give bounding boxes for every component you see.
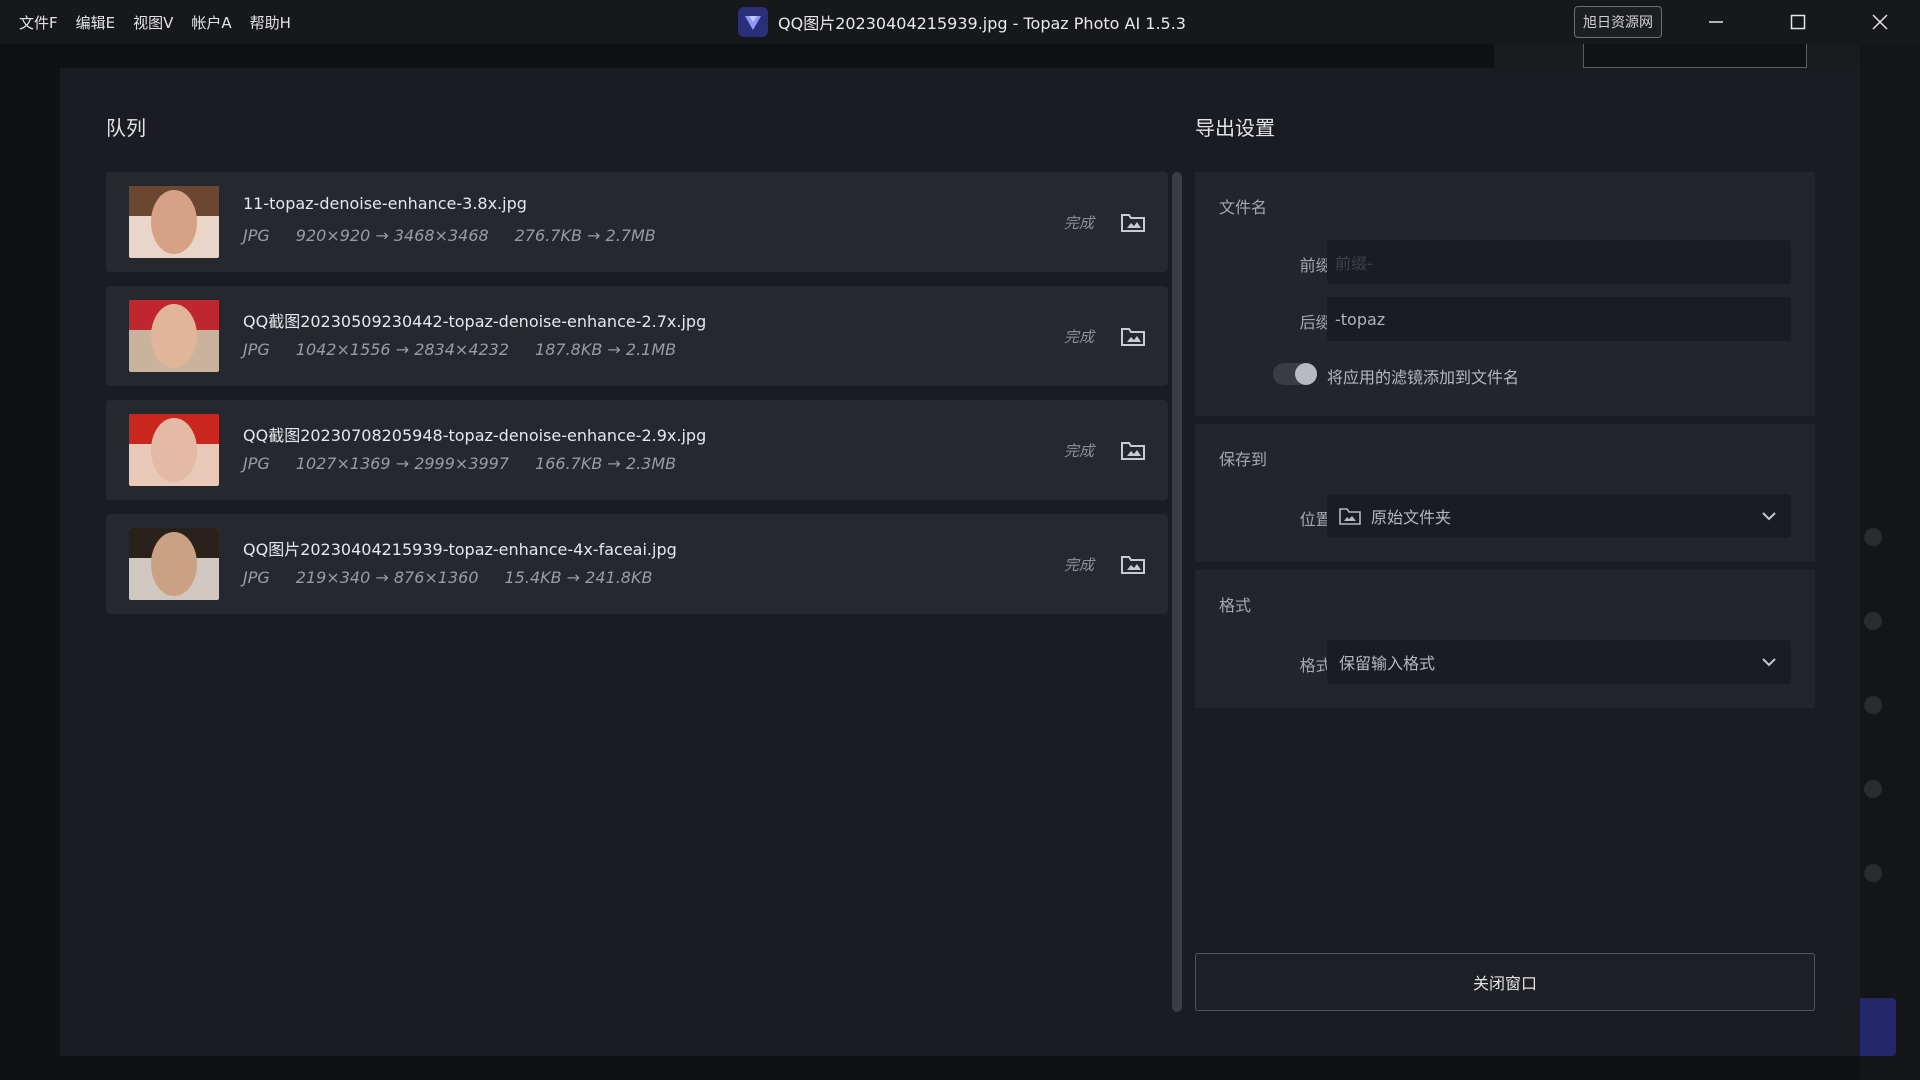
menu-view[interactable]: 视图V [124,12,182,33]
suffix-input[interactable]: -topaz [1327,297,1791,341]
filter-name-toggle[interactable] [1273,363,1317,385]
save-to-section: 保存到 位置: 原始文件夹 [1195,424,1815,562]
thumbnail-image [129,414,219,486]
queue-list: 11-topaz-denoise-enhance-3.8x.jpg JPG 92… [106,172,1168,628]
file-name: 11-topaz-denoise-enhance-3.8x.jpg [243,194,527,213]
location-value: 原始文件夹 [1371,508,1452,527]
queue-item[interactable]: QQ截图20230509230442-topaz-denoise-enhance… [106,286,1168,386]
export-settings-title: 导出设置 [1195,116,1275,140]
thumbnail-face [151,418,197,482]
menu-file[interactable]: 文件F [10,12,67,33]
file-meta: JPG 219×340 → 876×1360 15.4KB → 241.8KB [243,568,652,587]
file-size: 15.4KB → 241.8KB [504,568,653,587]
prefix-input[interactable]: 前缀- [1327,240,1791,284]
resource-badge[interactable]: 旭日资源网 [1574,6,1662,38]
filename-section-label: 文件名 [1219,198,1268,217]
maximize-icon [1790,14,1806,30]
window-title: QQ图片20230404215939.jpg - Topaz Photo AI … [778,14,1186,33]
background-dropdown [1583,44,1807,68]
menu-edit[interactable]: 编辑E [67,12,124,33]
filter-name-toggle-label: 将应用的滤镜添加到文件名 [1327,368,1520,387]
maximize-button[interactable] [1758,0,1838,44]
status-label: 完成 [1064,214,1095,232]
file-dimensions: 920×920 → 3468×3468 [295,226,489,245]
file-dimensions: 1042×1556 → 2834×4232 [295,340,510,359]
menu-account[interactable]: 帐户A [182,12,240,33]
thumbnail-image [129,300,219,372]
file-name: QQ截图20230509230442-topaz-denoise-enhance… [243,312,707,331]
file-name: QQ图片20230404215939-topaz-enhance-4x-face… [243,540,677,559]
topaz-logo-icon [738,7,768,37]
background-knob [1864,780,1882,798]
minimize-icon [1709,21,1723,23]
background-knob [1864,528,1882,546]
menu-bar: 文件F 编辑E 视图V 帐户A 帮助H [0,12,300,33]
menu-help[interactable]: 帮助H [241,12,300,33]
close-icon [1872,14,1888,30]
thumbnail-image [129,186,219,258]
close-window-button[interactable] [1840,0,1920,44]
close-dialog-button[interactable]: 关闭窗口 [1195,953,1815,1011]
save-to-section-label: 保存到 [1219,450,1268,469]
minimize-button[interactable] [1676,0,1756,44]
queue-title: 队列 [106,116,146,140]
format-section: 格式 格式: 保留输入格式 [1195,570,1815,708]
format-select[interactable]: 保留输入格式 [1327,640,1791,684]
open-folder-icon[interactable] [1120,552,1146,576]
file-format: JPG [243,454,270,473]
file-format: JPG [243,568,270,587]
queue-scrollbar[interactable] [1172,172,1182,1012]
chevron-down-icon [1762,658,1776,667]
open-folder-icon[interactable] [1120,438,1146,462]
background-knob [1864,612,1882,630]
status-label: 完成 [1064,442,1095,460]
queue-item[interactable]: 11-topaz-denoise-enhance-3.8x.jpg JPG 92… [106,172,1168,272]
folder-icon [1339,507,1361,525]
background-sidebar [1860,44,1920,1080]
background-knob [1864,696,1882,714]
file-size: 187.8KB → 2.1MB [535,340,677,359]
file-dimensions: 219×340 → 876×1360 [295,568,479,587]
file-size: 276.7KB → 2.7MB [514,226,656,245]
file-meta: JPG 1027×1369 → 2999×3997 166.7KB → 2.3M… [243,454,676,473]
queue-item[interactable]: QQ截图20230708205948-topaz-denoise-enhance… [106,400,1168,500]
title-bar: 文件F 编辑E 视图V 帐户A 帮助H QQ图片20230404215939.j… [0,0,1920,44]
file-name: QQ截图20230708205948-topaz-denoise-enhance… [243,426,707,445]
file-dimensions: 1027×1369 → 2999×3997 [295,454,510,473]
window-title-group: QQ图片20230404215939.jpg - Topaz Photo AI … [738,0,1186,44]
thumbnail-face [151,532,197,596]
format-section-label: 格式 [1219,596,1252,615]
background-knob [1864,864,1882,882]
location-select[interactable]: 原始文件夹 [1327,494,1791,538]
open-folder-icon[interactable] [1120,324,1146,348]
status-label: 完成 [1064,328,1095,346]
queue-item[interactable]: QQ图片20230404215939-topaz-enhance-4x-face… [106,514,1168,614]
thumbnail-image [129,528,219,600]
file-size: 166.7KB → 2.3MB [535,454,677,473]
file-format: JPG [243,340,270,359]
filename-section: 文件名 前缀: 前缀- 后缀: -topaz 将应用的滤镜添加到文件名 [1195,172,1815,416]
thumbnail-face [151,304,197,368]
file-meta: JPG 920×920 → 3468×3468 276.7KB → 2.7MB [243,226,656,245]
chevron-down-icon [1762,512,1776,521]
open-folder-icon[interactable] [1120,210,1146,234]
status-label: 完成 [1064,556,1095,574]
format-value: 保留输入格式 [1339,654,1436,673]
file-meta: JPG 1042×1556 → 2834×4232 187.8KB → 2.1M… [243,340,676,359]
file-format: JPG [243,226,270,245]
thumbnail-face [151,190,197,254]
